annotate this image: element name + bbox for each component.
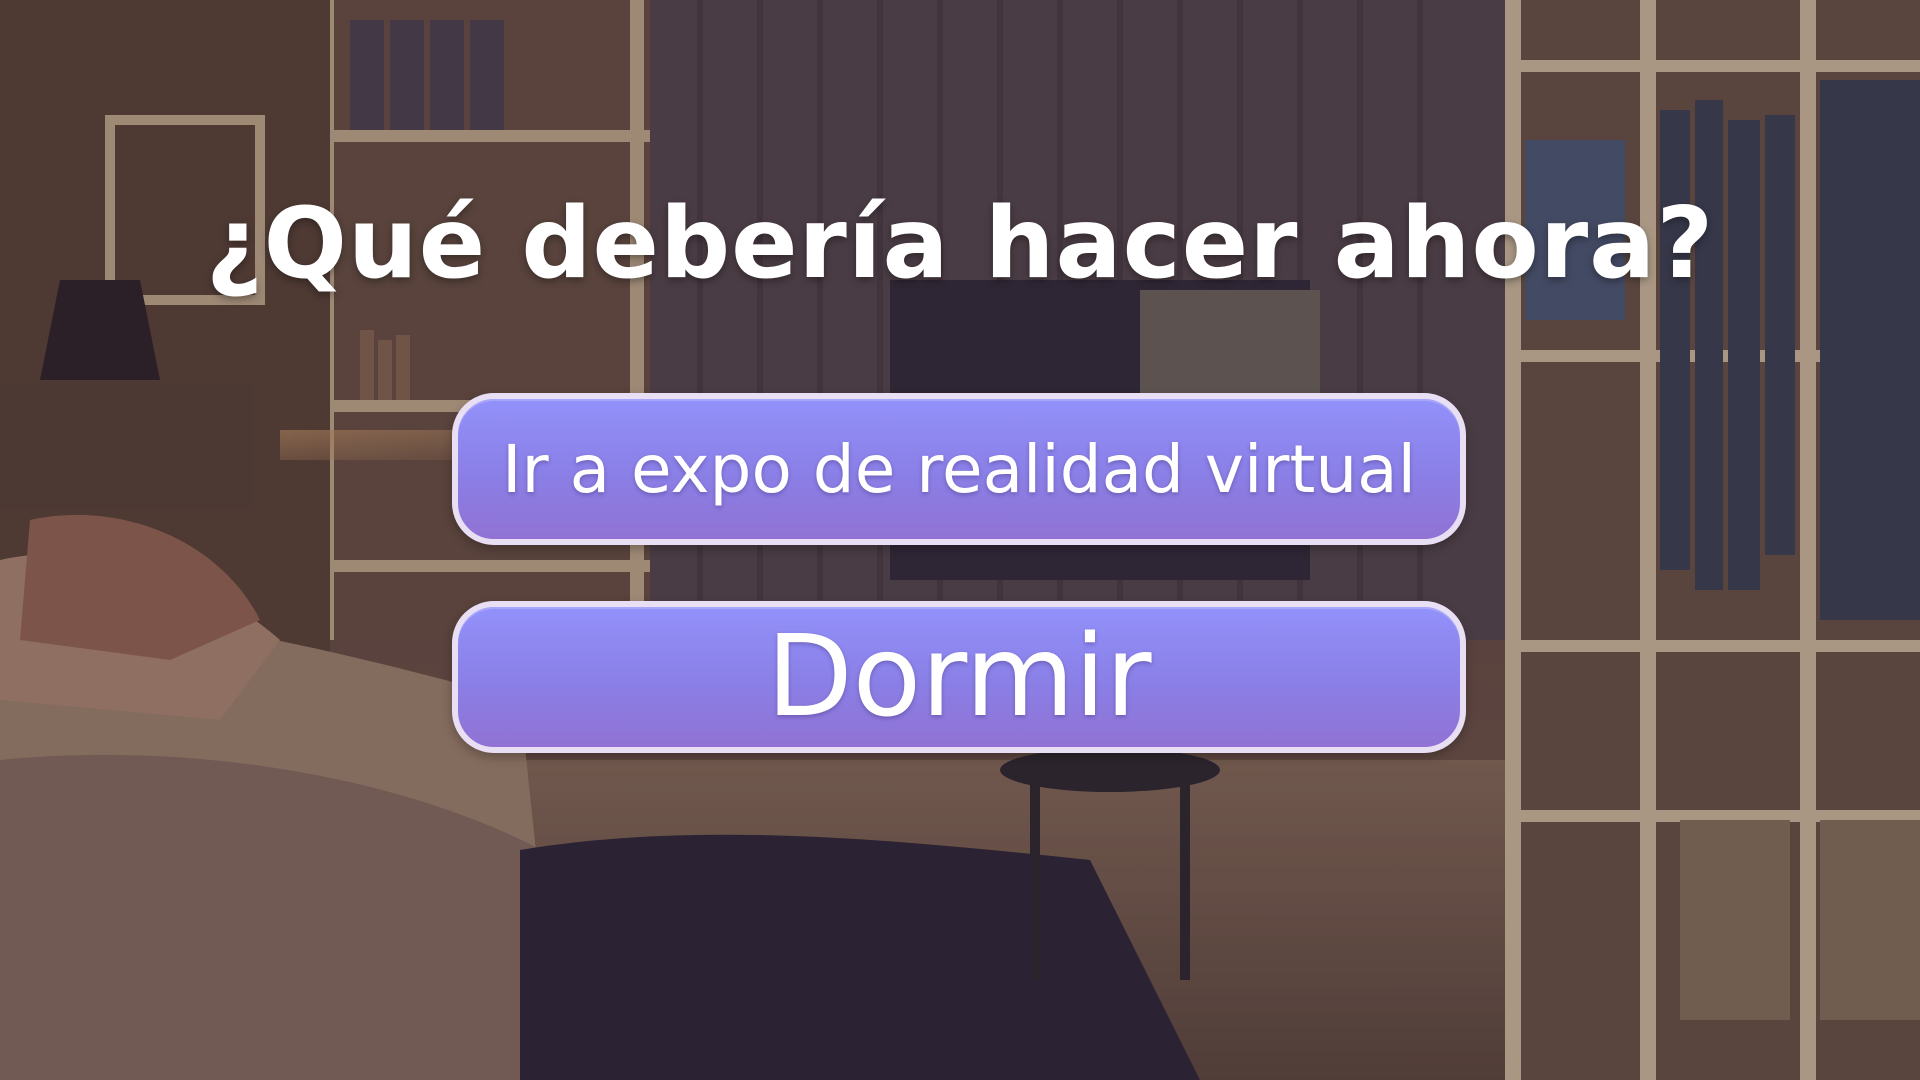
choice-button-sleep[interactable]: Dormir [452, 601, 1466, 753]
choice-label: Ir a expo de realidad virtual [502, 430, 1416, 508]
choice-button-vr-expo[interactable]: Ir a expo de realidad virtual [452, 393, 1466, 545]
dialog-question: ¿Qué debería hacer ahora? [205, 187, 1715, 301]
choice-label: Dormir [766, 612, 1152, 742]
game-scene: ¿Qué debería hacer ahora? Ir a expo de r… [0, 0, 1920, 1080]
